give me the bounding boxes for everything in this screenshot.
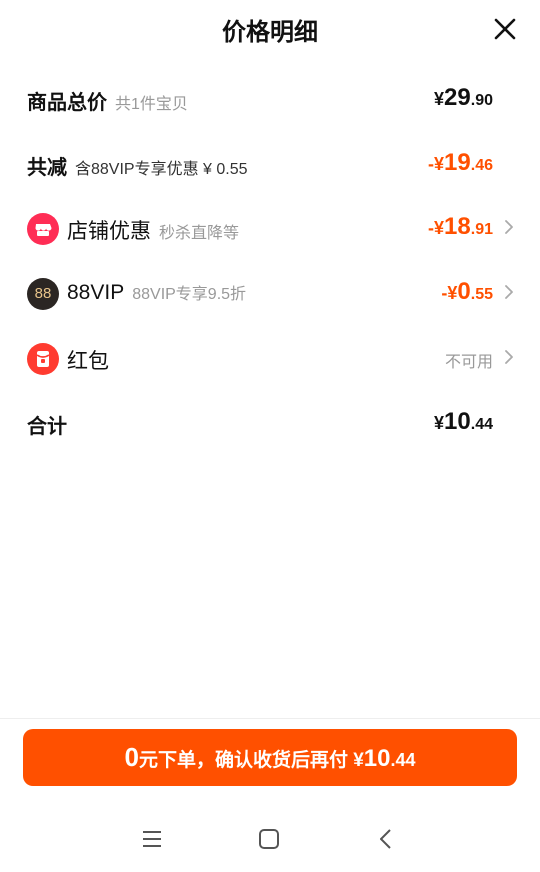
red-packet-label: 红包 bbox=[67, 350, 109, 373]
divider bbox=[0, 718, 540, 719]
88vip-label: 88VIP 88VIP专享9.5折 bbox=[67, 281, 247, 304]
close-icon bbox=[494, 18, 516, 40]
reduction-note: 含88VIP专享优惠 ¥ 0.55 bbox=[75, 161, 248, 178]
shop-discount-value: -¥18.91 bbox=[428, 213, 493, 240]
place-order-button[interactable]: 0元下单，确认收货后再付 ¥10.44 bbox=[23, 729, 517, 786]
menu-button[interactable] bbox=[139, 826, 165, 852]
red-packet-icon bbox=[27, 343, 59, 375]
row-total-price: 商品总价 共1件宝贝 ¥29.90 bbox=[0, 78, 540, 118]
total-price-label: 商品总价 共1件宝贝 bbox=[27, 92, 188, 114]
88vip-discount-value: -¥0.55 bbox=[441, 278, 493, 305]
shop-discount-label: 店铺优惠 秒杀直降等 bbox=[67, 220, 240, 243]
row-red-packet[interactable]: 红包 不可用 bbox=[0, 337, 540, 377]
shop-icon bbox=[27, 213, 59, 245]
reduction-value: -¥19.46 bbox=[428, 149, 493, 176]
row-shop-discount[interactable]: 店铺优惠 秒杀直降等 -¥18.91 bbox=[0, 207, 540, 247]
88vip-icon: 88 bbox=[27, 278, 59, 310]
home-button[interactable] bbox=[256, 826, 282, 852]
88vip-note: 88VIP专享9.5折 bbox=[132, 286, 247, 303]
row-total-reduction: 共减 含88VIP专享优惠 ¥ 0.55 -¥19.46 bbox=[0, 143, 540, 183]
row-sum: 合计 ¥10.44 bbox=[0, 402, 540, 442]
reduction-label: 共减 含88VIP专享优惠 ¥ 0.55 bbox=[27, 157, 248, 179]
close-button[interactable] bbox=[492, 16, 518, 42]
chevron-right-icon bbox=[505, 220, 513, 234]
back-button[interactable] bbox=[374, 826, 400, 852]
chevron-right-icon bbox=[505, 285, 513, 299]
row-88vip-discount[interactable]: 88 88VIP 88VIP专享9.5折 -¥0.55 bbox=[0, 272, 540, 312]
header: 价格明细 bbox=[0, 0, 540, 60]
item-count: 共1件宝贝 bbox=[115, 96, 188, 113]
menu-icon bbox=[143, 831, 161, 847]
system-nav-bar bbox=[0, 812, 540, 866]
chevron-right-icon bbox=[505, 350, 513, 364]
sum-value: ¥10.44 bbox=[434, 408, 493, 435]
total-price-value: ¥29.90 bbox=[434, 84, 493, 111]
sum-label: 合计 bbox=[27, 416, 67, 438]
back-icon bbox=[380, 829, 391, 849]
page-title: 价格明细 bbox=[222, 19, 318, 46]
home-square-icon bbox=[259, 829, 279, 849]
red-packet-status: 不可用 bbox=[444, 354, 493, 371]
shop-discount-note: 秒杀直降等 bbox=[159, 225, 240, 242]
